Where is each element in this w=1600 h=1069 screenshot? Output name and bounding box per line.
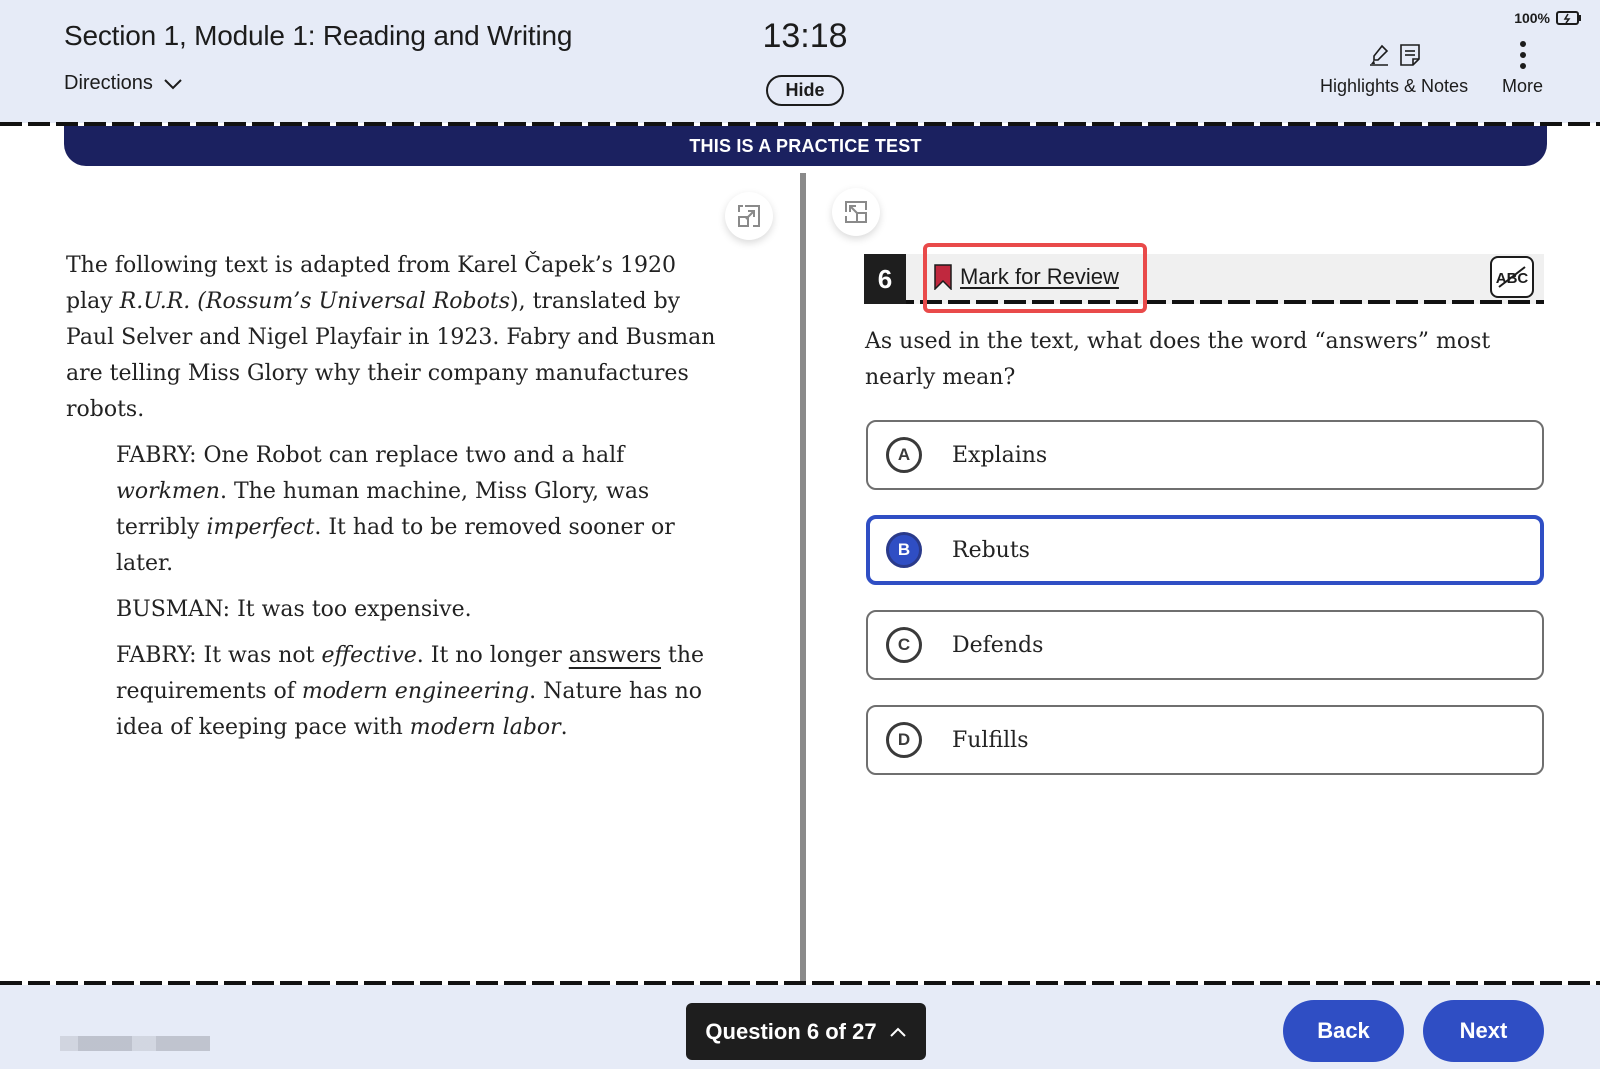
highlighter-icon: [1370, 44, 1389, 66]
highlights-notes-button[interactable]: Highlights & Notes: [1320, 40, 1468, 97]
abc-strikethrough-icon: ABC: [1496, 266, 1529, 288]
option-text: Defends: [952, 632, 1044, 658]
bookmark-icon: [934, 264, 952, 290]
more-vertical-icon: [1519, 41, 1526, 69]
notes-icon: [1400, 44, 1420, 66]
battery-percent: 100%: [1514, 10, 1550, 26]
passage-paragraph: BUSMAN: It was too expensive.: [116, 597, 472, 622]
timer: 13:18: [762, 17, 848, 55]
question-navigator-button[interactable]: Question 6 of 27: [686, 1003, 926, 1060]
option-text: Explains: [952, 442, 1048, 468]
passage-paragraph: FABRY: It was not effective. It no longe…: [116, 643, 705, 740]
mark-for-review-button[interactable]: Mark for Review: [934, 264, 1119, 290]
expand-icon: [738, 205, 760, 227]
question-navigator-label: Question 6 of 27: [705, 1018, 877, 1044]
option-text: Rebuts: [952, 537, 1030, 563]
directions-dropdown[interactable]: Directions: [64, 72, 183, 95]
question-prompt: As used in the text, what does the word …: [865, 329, 1491, 390]
answer-eliminator-button[interactable]: ABC: [1490, 256, 1534, 298]
option-letter: A: [886, 437, 922, 473]
answer-option-a[interactable]: A Explains: [866, 420, 1544, 490]
more-label: More: [1502, 76, 1544, 96]
highlights-notes-label: Highlights & Notes: [1320, 76, 1469, 96]
answer-option-d[interactable]: D Fulfills: [866, 705, 1544, 775]
section-title: Section 1, Module 1: Reading and Writing: [64, 20, 573, 51]
option-letter: D: [886, 722, 922, 758]
practice-test-banner: THIS IS A PRACTICE TEST: [64, 126, 1547, 166]
panel-resize-handle[interactable]: [800, 173, 806, 981]
hide-timer-button[interactable]: Hide: [766, 75, 844, 106]
option-letter: B: [886, 532, 922, 568]
chevron-down-icon: [164, 78, 182, 89]
collapse-icon: [845, 201, 867, 223]
answer-option-b[interactable]: B Rebuts: [866, 515, 1544, 585]
option-text: Fulfills: [952, 727, 1029, 753]
chevron-up-icon: [889, 1027, 906, 1037]
expand-question-button[interactable]: [832, 188, 880, 236]
passage-intro: The following text is adapted from Karel…: [66, 253, 716, 422]
target-word: answers: [568, 643, 662, 668]
battery-status: 100%: [1514, 10, 1582, 26]
mark-for-review-label: Mark for Review: [960, 264, 1119, 289]
passage: The following text is adapted from Karel…: [66, 248, 726, 756]
next-button[interactable]: Next: [1423, 1000, 1544, 1062]
directions-label: Directions: [64, 72, 153, 94]
redacted-student-name: [60, 1036, 210, 1051]
question-number: 6: [864, 254, 906, 304]
battery-icon: [1556, 11, 1581, 25]
more-menu-button[interactable]: More: [1502, 40, 1543, 97]
test-header: Section 1, Module 1: Reading and Writing…: [0, 0, 1600, 123]
passage-paragraph: FABRY: One Robot can replace two and a h…: [116, 443, 675, 576]
back-button[interactable]: Back: [1283, 1000, 1404, 1062]
answer-option-c[interactable]: C Defends: [866, 610, 1544, 680]
svg-text:ABC: ABC: [1496, 270, 1529, 287]
expand-passage-button[interactable]: [725, 192, 773, 240]
option-letter: C: [886, 627, 922, 663]
